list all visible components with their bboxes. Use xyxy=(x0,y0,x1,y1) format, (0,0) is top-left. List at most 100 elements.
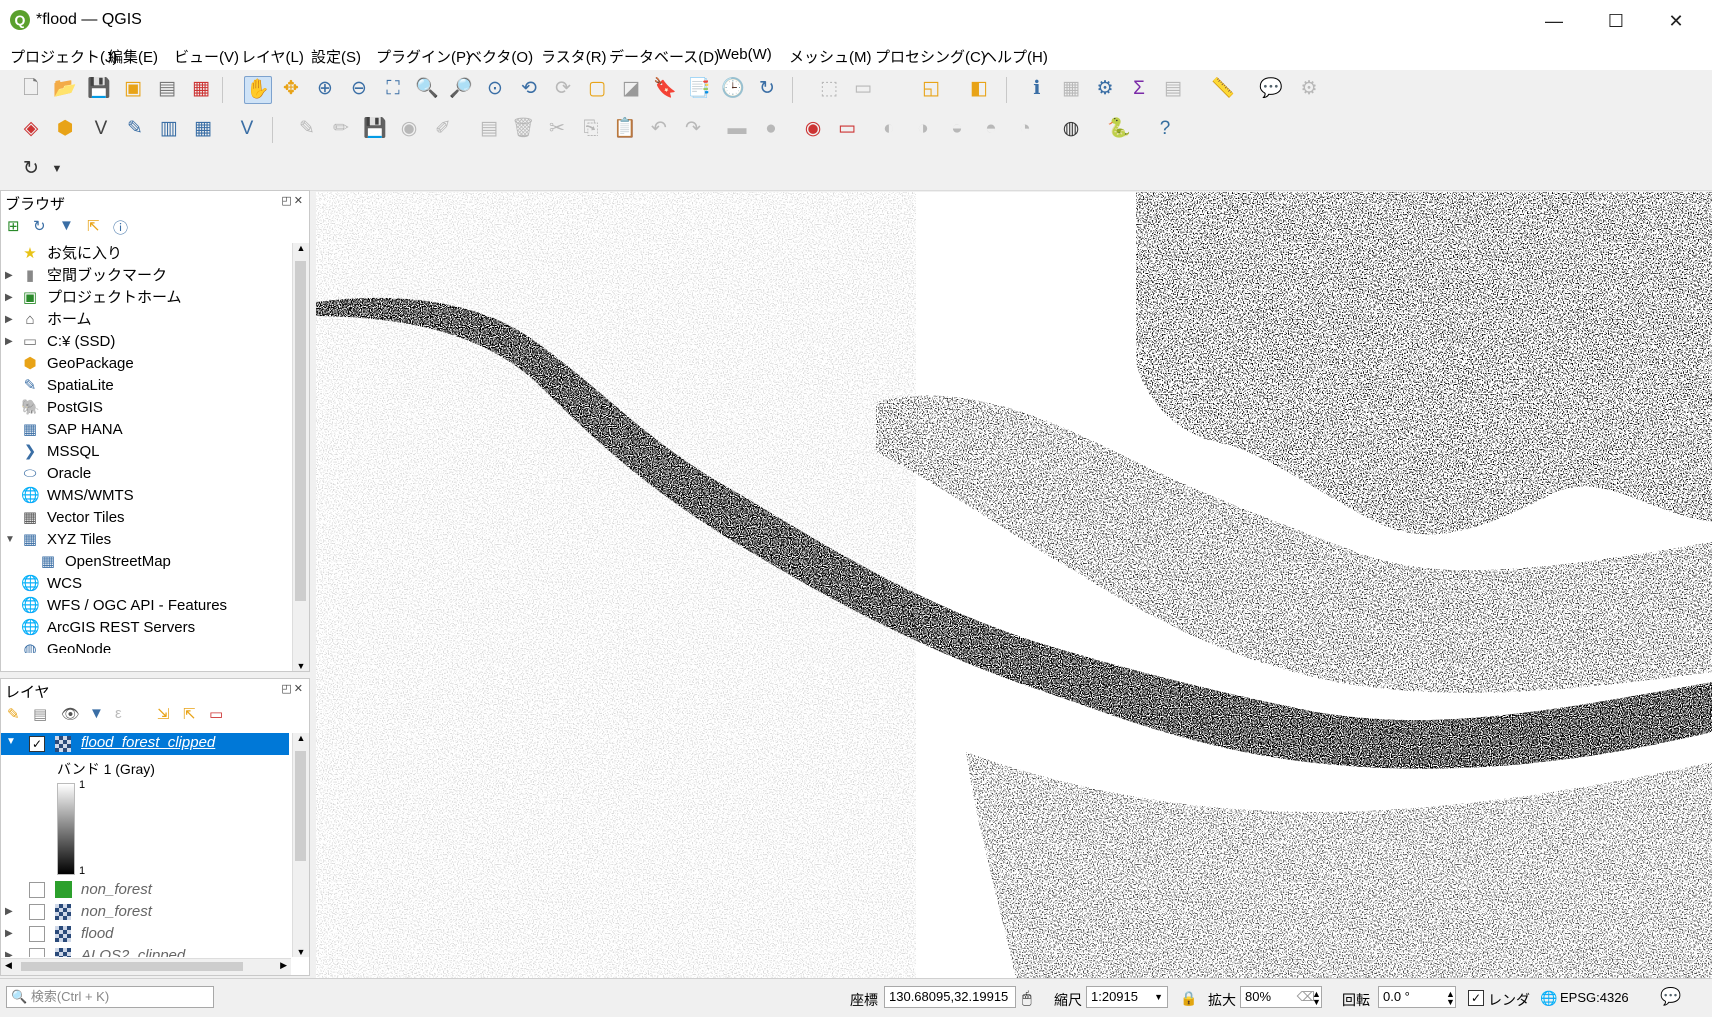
collapse-all-icon[interactable]: ⇱ xyxy=(87,217,100,235)
zoom-last-icon[interactable]: ⟲ xyxy=(516,76,542,102)
filter-expression-icon[interactable]: ε xyxy=(115,705,122,722)
help-icon[interactable]: ? xyxy=(1152,116,1178,142)
browser-item-wms[interactable]: 🌐 WMS/WMTS xyxy=(1,485,291,507)
browser-item-oracle[interactable]: ⬭ Oracle xyxy=(1,463,291,485)
chevron-right-icon[interactable]: ▶ xyxy=(5,287,13,309)
spin-arrows-icon[interactable]: ▲ ▼ xyxy=(1312,990,1321,1007)
scrollbar-thumb[interactable] xyxy=(295,751,306,861)
browser-item-spatialite[interactable]: ✎ SpatiaLite xyxy=(1,375,291,397)
pin-labels-icon[interactable]: ◐ xyxy=(876,116,902,142)
annotation-icon[interactable]: ⚙ xyxy=(1296,76,1322,102)
zoom-full-icon[interactable]: ⛶ xyxy=(380,76,406,102)
digitize-icon[interactable]: ▬ xyxy=(724,116,750,142)
zoom-to-selection-icon[interactable]: 🔍 xyxy=(414,76,440,102)
delete-selected-icon[interactable]: 🗑 xyxy=(510,116,536,142)
messages-icon[interactable]: 💬 xyxy=(1660,987,1681,1007)
add-selected-layers-icon[interactable]: ⊞ xyxy=(7,217,20,235)
browser-item-drive[interactable]: ▶ ▭ C:¥ (SSD) xyxy=(1,331,291,353)
show-hide-labels-icon[interactable]: ◑ xyxy=(910,116,936,142)
browser-item-spatial-bookmarks[interactable]: ▶ ▮ 空間ブックマーク xyxy=(1,265,291,287)
chevron-down-icon[interactable]: ▼ xyxy=(1154,987,1163,1007)
chevron-right-icon[interactable]: ▶ xyxy=(5,265,13,287)
chevron-right-icon[interactable]: ▶ xyxy=(5,901,13,923)
select-features-icon[interactable]: ⬚ xyxy=(816,76,842,102)
scrollbar-thumb[interactable] xyxy=(295,261,306,601)
menu-help[interactable]: ヘルプ(H) xyxy=(982,46,1048,67)
processing-icon[interactable]: ↻ xyxy=(18,156,44,182)
browser-item-geopackage[interactable]: ⬢ GeoPackage xyxy=(1,353,291,375)
menu-mesh[interactable]: メッシュ(M) xyxy=(789,46,872,67)
toggle-editing-icon[interactable]: ✏ xyxy=(328,116,354,142)
new-spatial-bookmark-icon[interactable]: 🔖 xyxy=(652,76,678,102)
menu-layer[interactable]: レイヤ(L) xyxy=(241,46,304,67)
menu-settings[interactable]: 設定(S) xyxy=(311,46,361,67)
browser-item-wfs[interactable]: 🌐 WFS / OGC API - Features xyxy=(1,595,291,617)
add-group-icon[interactable]: ▤ xyxy=(33,705,47,723)
browser-item-arcgis[interactable]: 🌐 ArcGIS REST Servers xyxy=(1,617,291,639)
scroll-up-icon[interactable]: ▲ xyxy=(293,243,309,253)
measure-line-icon[interactable]: 📏 xyxy=(1210,76,1236,102)
statistical-summary-icon[interactable]: Σ xyxy=(1126,76,1152,102)
zoom-to-layer-icon[interactable]: 🔎 xyxy=(448,76,474,102)
layers-scrollbar[interactable]: ▲ ▼ xyxy=(292,733,309,957)
manage-visibility-icon[interactable]: 👁 xyxy=(61,705,80,723)
layers-horizontal-scrollbar[interactable]: ◀ ▶ xyxy=(1,958,291,975)
copy-features-icon[interactable]: ⎘ xyxy=(578,116,604,142)
identify-features-icon[interactable]: ℹ xyxy=(1024,76,1050,102)
save-project-icon[interactable]: 💾 xyxy=(86,76,112,102)
menu-raster[interactable]: ラスタ(R) xyxy=(541,46,607,67)
browser-item-openstreetmap[interactable]: ▦ OpenStreetMap xyxy=(1,551,291,573)
spin-arrows-icon[interactable]: ▲ ▼ xyxy=(1446,990,1455,1007)
browser-item-mssql[interactable]: ❯ MSSQL xyxy=(1,441,291,463)
layer-row[interactable]: non_forest xyxy=(1,879,291,901)
chevron-right-icon[interactable]: ▶ xyxy=(5,331,13,353)
menu-vector[interactable]: ベクタ(O) xyxy=(467,46,533,67)
scrollbar-thumb[interactable] xyxy=(21,962,243,971)
menu-database[interactable]: データベース(D) xyxy=(609,46,719,67)
filter-icon[interactable]: ▼ xyxy=(59,217,74,234)
new-map-view-icon[interactable]: ▢ xyxy=(584,76,610,102)
filter-legend-icon[interactable]: ▼ xyxy=(89,705,104,722)
layer-visibility-checkbox[interactable] xyxy=(29,882,45,898)
coordinate-input[interactable]: 130.68095,32.19915 xyxy=(884,986,1016,1008)
scroll-up-icon[interactable]: ▲ xyxy=(293,733,309,743)
redo-icon[interactable]: ↷ xyxy=(680,116,706,142)
panel-float-close-icon[interactable]: ◰✕ xyxy=(281,194,305,207)
browser-item-home[interactable]: ▶ ⌂ ホーム xyxy=(1,309,291,331)
new-shapefile-layer-icon[interactable]: ✎ xyxy=(122,116,148,142)
crs-button[interactable]: EPSG:4326 xyxy=(1560,990,1629,1005)
menu-plugins[interactable]: プラグイン(P) xyxy=(376,46,471,67)
scale-combobox[interactable]: 1:20915 ▼ xyxy=(1086,986,1168,1008)
vertex-tool-icon[interactable]: ✐ xyxy=(430,116,456,142)
layer-visibility-checkbox[interactable] xyxy=(29,904,45,920)
python-console-icon[interactable]: 🐍 xyxy=(1106,116,1132,142)
scroll-right-icon[interactable]: ▶ xyxy=(280,960,287,971)
open-project-icon[interactable]: 📂 xyxy=(52,76,78,102)
zoom-native-icon[interactable]: ⊙ xyxy=(482,76,508,102)
new-project-icon[interactable]: 🗋 xyxy=(18,76,44,102)
collapse-all-icon[interactable]: ⇱ xyxy=(183,705,196,723)
change-label-icon[interactable]: ◔ xyxy=(1012,116,1038,142)
map-tips-icon[interactable]: 💬 xyxy=(1258,76,1284,102)
zoom-in-icon[interactable]: ⊕ xyxy=(312,76,338,102)
remove-layer-icon[interactable]: ▭ xyxy=(209,705,223,723)
crs-globe-icon[interactable]: 🌐 xyxy=(1540,990,1557,1007)
map-canvas[interactable] xyxy=(316,192,1712,978)
minimize-button[interactable]: — xyxy=(1534,6,1574,36)
chevron-right-icon[interactable]: ▶ xyxy=(5,309,13,331)
field-calculator-icon[interactable]: ▤ xyxy=(1160,76,1186,102)
lock-scale-icon[interactable]: 🔒 xyxy=(1180,990,1197,1007)
zoom-next-icon[interactable]: ⟳ xyxy=(550,76,576,102)
browser-item-postgis[interactable]: 🐘 PostGIS xyxy=(1,397,291,419)
layout-manager-icon[interactable]: ▤ xyxy=(154,76,180,102)
move-label-icon[interactable]: ◒ xyxy=(944,116,970,142)
edit-pencil-icon[interactable]: ✎ xyxy=(294,116,320,142)
quickmapservices-icon[interactable]: ◍ xyxy=(1058,116,1084,142)
chevron-right-icon[interactable]: ▶ xyxy=(5,923,13,945)
scroll-down-icon[interactable]: ▼ xyxy=(293,947,309,957)
info-icon[interactable]: ⓘ xyxy=(113,217,128,238)
render-checkbox[interactable]: ✓ xyxy=(1468,990,1484,1006)
menu-edit[interactable]: 編集(E) xyxy=(108,46,158,67)
save-edits-icon[interactable]: 💾 xyxy=(362,116,388,142)
browser-item-xyz-tiles[interactable]: ▼ ▦ XYZ Tiles xyxy=(1,529,291,551)
